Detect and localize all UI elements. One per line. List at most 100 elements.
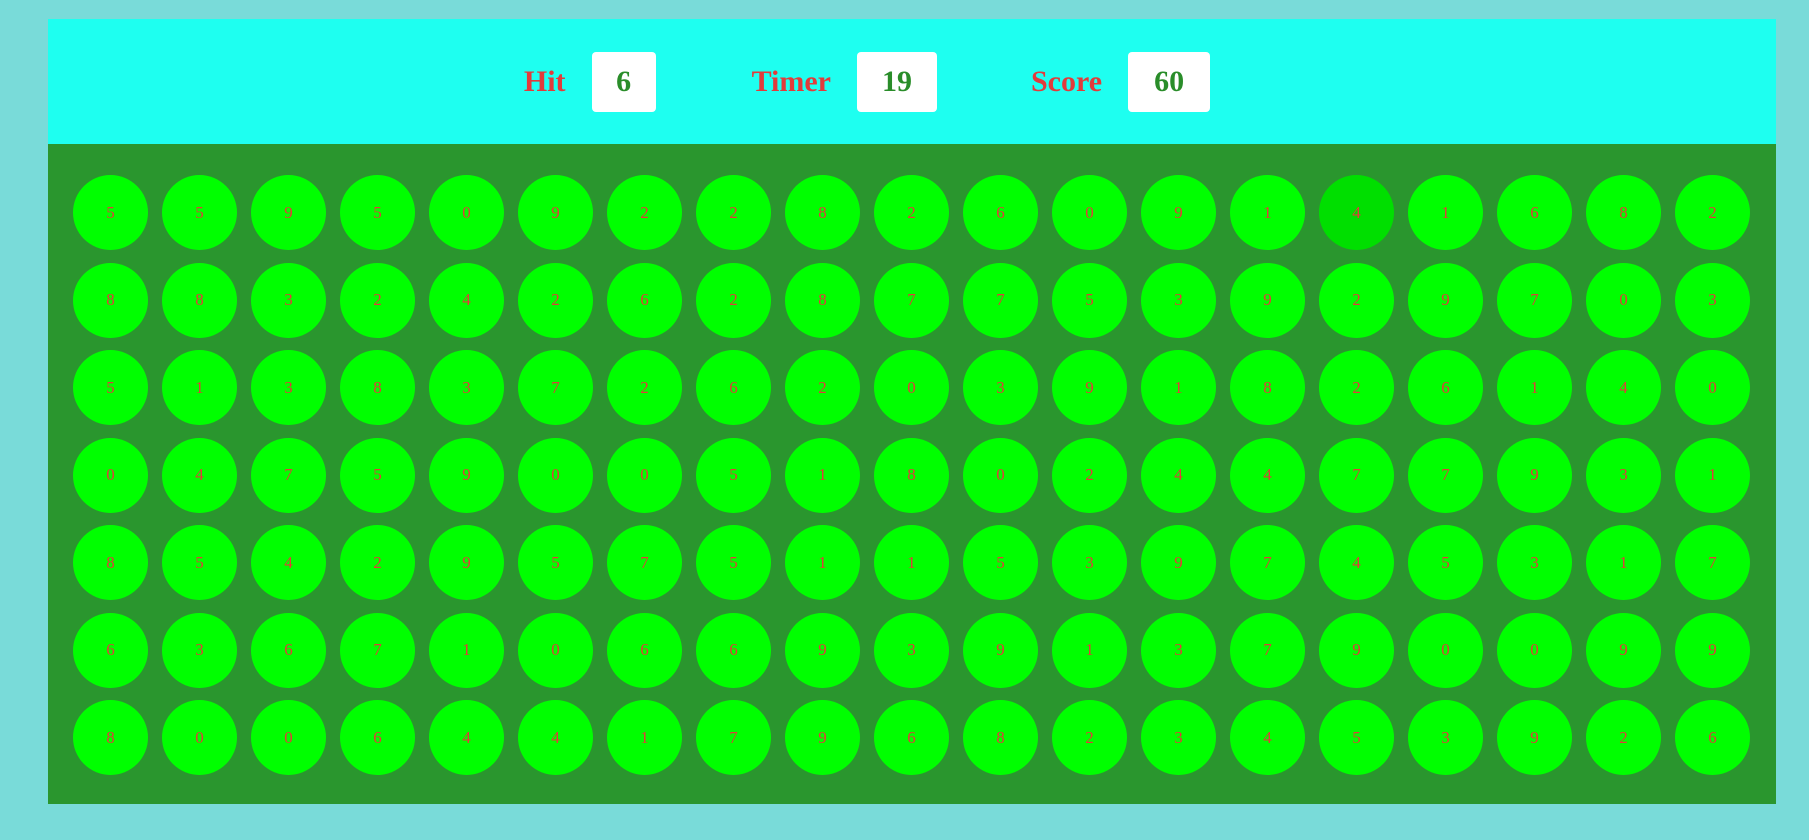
bubble[interactable]: 8 — [1230, 350, 1305, 425]
bubble[interactable]: 1 — [874, 525, 949, 600]
bubble[interactable]: 6 — [696, 612, 771, 688]
bubble[interactable]: 4 — [251, 525, 326, 600]
bubble[interactable]: 5 — [162, 525, 237, 600]
bubble[interactable]: 5 — [963, 525, 1038, 600]
bubble[interactable]: 5 — [340, 437, 415, 513]
bubble[interactable]: 3 — [1141, 262, 1216, 338]
bubble[interactable]: 0 — [73, 437, 148, 513]
bubble[interactable]: 2 — [874, 175, 949, 250]
bubble[interactable]: 9 — [1586, 612, 1661, 688]
bubble[interactable]: 3 — [1675, 262, 1750, 338]
bubble[interactable]: 3 — [1586, 437, 1661, 513]
bubble[interactable]: 9 — [518, 175, 593, 250]
bubble[interactable]: 5 — [1319, 700, 1394, 775]
bubble[interactable]: 8 — [162, 262, 237, 338]
bubble[interactable]: 4 — [1319, 525, 1394, 600]
bubble[interactable]: 2 — [1319, 262, 1394, 338]
bubble[interactable]: 7 — [607, 525, 682, 600]
bubble[interactable]: 9 — [785, 700, 860, 775]
bubble[interactable]: 5 — [696, 525, 771, 600]
bubble[interactable]: 1 — [1052, 612, 1127, 688]
bubble[interactable]: 0 — [162, 700, 237, 775]
bubble[interactable]: 7 — [963, 262, 1038, 338]
bubble[interactable]: 7 — [1230, 612, 1305, 688]
bubble[interactable]: 0 — [251, 700, 326, 775]
bubble[interactable]: 3 — [963, 350, 1038, 425]
bubble[interactable]: 2 — [1586, 700, 1661, 775]
bubble[interactable]: 2 — [696, 175, 771, 250]
bubble[interactable]: 1 — [607, 700, 682, 775]
bubble[interactable]: 2 — [340, 262, 415, 338]
bubble[interactable]: 8 — [874, 437, 949, 513]
bubble[interactable]: 9 — [1141, 175, 1216, 250]
bubble[interactable]: 8 — [785, 175, 860, 250]
bubble[interactable]: 5 — [340, 175, 415, 250]
bubble[interactable]: 9 — [429, 437, 504, 513]
bubble[interactable]: 4 — [1319, 175, 1394, 250]
bubble[interactable]: 7 — [696, 700, 771, 775]
bubble[interactable]: 9 — [1497, 700, 1572, 775]
bubble[interactable]: 9 — [963, 612, 1038, 688]
bubble[interactable]: 3 — [1497, 525, 1572, 600]
bubble[interactable]: 3 — [1141, 700, 1216, 775]
bubble[interactable]: 5 — [162, 175, 237, 250]
bubble[interactable]: 6 — [696, 350, 771, 425]
bubble[interactable]: 6 — [1497, 175, 1572, 250]
bubble[interactable]: 6 — [963, 175, 1038, 250]
bubble[interactable]: 6 — [1675, 700, 1750, 775]
bubble[interactable]: 1 — [785, 437, 860, 513]
bubble[interactable]: 9 — [1141, 525, 1216, 600]
bubble[interactable]: 6 — [251, 612, 326, 688]
bubble[interactable]: 4 — [162, 437, 237, 513]
bubble[interactable]: 0 — [1052, 175, 1127, 250]
bubble[interactable]: 3 — [874, 612, 949, 688]
bubble[interactable]: 2 — [785, 350, 860, 425]
bubble[interactable]: 1 — [1408, 175, 1483, 250]
bubble[interactable]: 2 — [696, 262, 771, 338]
bubble[interactable]: 9 — [1408, 262, 1483, 338]
bubble[interactable]: 0 — [1586, 262, 1661, 338]
bubble[interactable]: 5 — [518, 525, 593, 600]
bubble[interactable]: 1 — [785, 525, 860, 600]
bubble[interactable]: 7 — [518, 350, 593, 425]
bubble[interactable]: 7 — [1408, 437, 1483, 513]
bubble[interactable]: 4 — [1141, 437, 1216, 513]
bubble[interactable]: 6 — [340, 700, 415, 775]
bubble[interactable]: 1 — [1675, 437, 1750, 513]
bubble[interactable]: 7 — [251, 437, 326, 513]
bubble[interactable]: 9 — [1497, 437, 1572, 513]
bubble[interactable]: 0 — [1497, 612, 1572, 688]
bubble[interactable]: 0 — [607, 437, 682, 513]
bubble[interactable]: 0 — [429, 175, 504, 250]
bubble[interactable]: 3 — [162, 612, 237, 688]
bubble[interactable]: 8 — [1586, 175, 1661, 250]
bubble[interactable]: 4 — [1230, 700, 1305, 775]
bubble[interactable]: 6 — [73, 612, 148, 688]
bubble[interactable]: 0 — [963, 437, 1038, 513]
bubble[interactable]: 9 — [785, 612, 860, 688]
bubble[interactable]: 3 — [429, 350, 504, 425]
bubble[interactable]: 9 — [1230, 262, 1305, 338]
bubble[interactable]: 3 — [1141, 612, 1216, 688]
bubble[interactable]: 1 — [429, 612, 504, 688]
bubble[interactable]: 2 — [607, 350, 682, 425]
bubble[interactable]: 5 — [696, 437, 771, 513]
bubble[interactable]: 2 — [1052, 700, 1127, 775]
bubble[interactable]: 2 — [1675, 175, 1750, 250]
bubble[interactable]: 9 — [1319, 612, 1394, 688]
bubble[interactable]: 9 — [1675, 612, 1750, 688]
bubble[interactable]: 4 — [1230, 437, 1305, 513]
bubble[interactable]: 4 — [518, 700, 593, 775]
bubble[interactable]: 7 — [1675, 525, 1750, 600]
bubble[interactable]: 8 — [963, 700, 1038, 775]
bubble[interactable]: 9 — [1052, 350, 1127, 425]
bubble[interactable]: 4 — [1586, 350, 1661, 425]
bubble[interactable]: 8 — [73, 262, 148, 338]
bubble[interactable]: 9 — [429, 525, 504, 600]
bubble[interactable]: 7 — [1497, 262, 1572, 338]
bubble[interactable]: 2 — [607, 175, 682, 250]
bubble[interactable]: 8 — [73, 525, 148, 600]
bubble[interactable]: 2 — [1319, 350, 1394, 425]
bubble[interactable]: 7 — [1230, 525, 1305, 600]
bubble[interactable]: 3 — [1408, 700, 1483, 775]
